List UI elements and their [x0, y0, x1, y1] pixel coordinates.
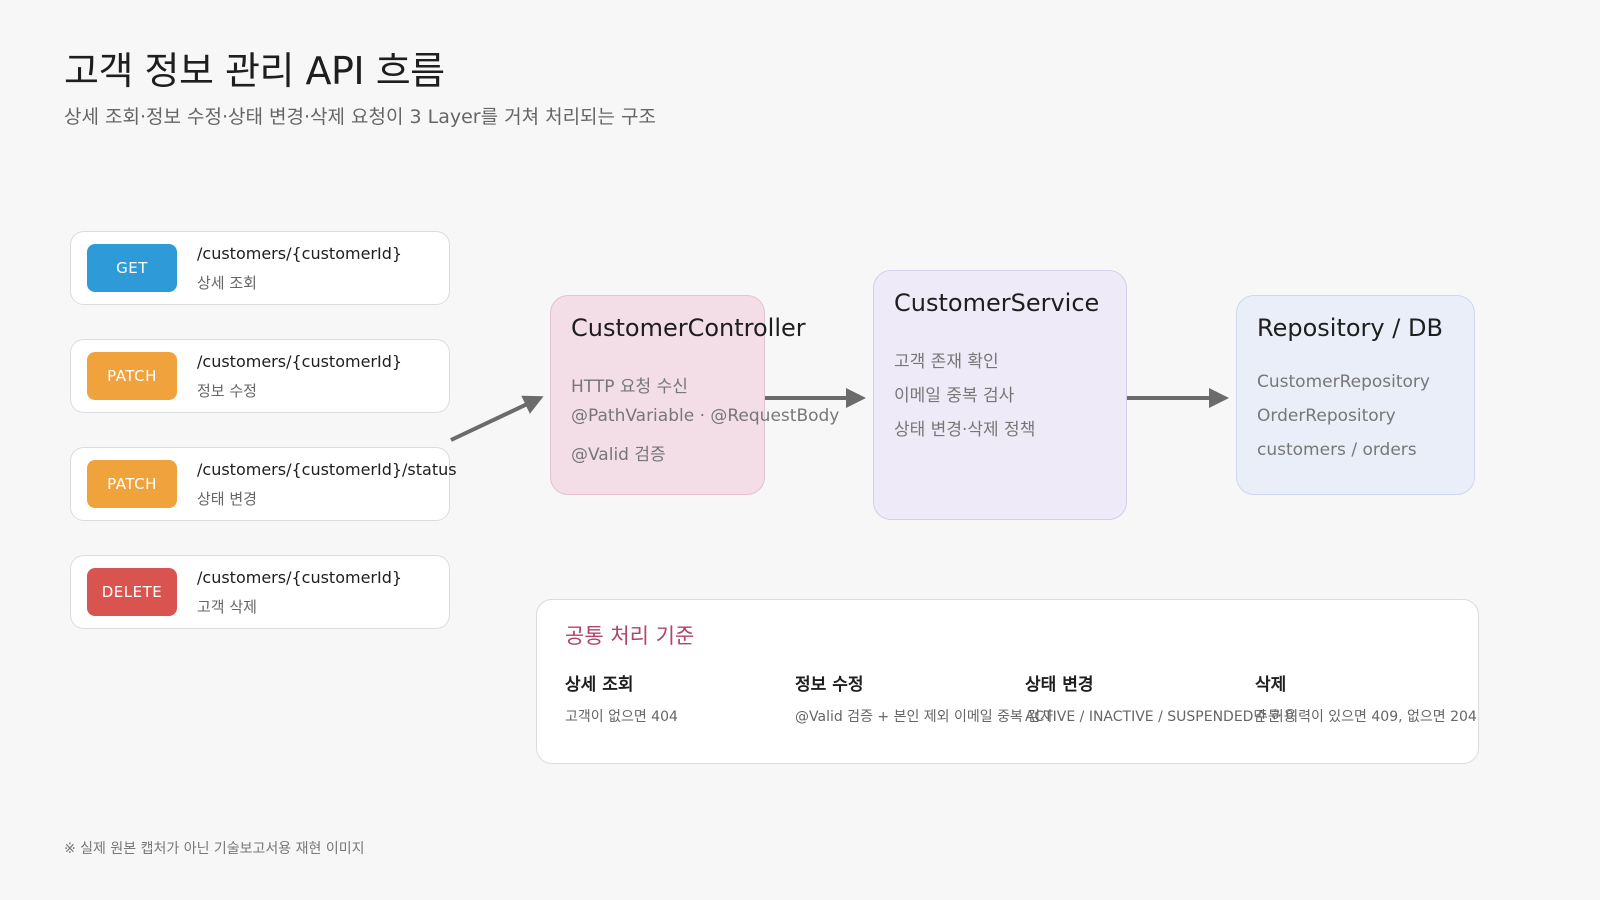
- layer-item: CustomerRepository: [1257, 372, 1430, 392]
- layer-item: @PathVariable · @RequestBody: [571, 406, 840, 426]
- policy-text-detail: 고객이 없으면 404: [565, 709, 678, 725]
- layer-item: 이메일 중복 검사: [894, 386, 1015, 406]
- policy-title: 공통 처리 기준: [565, 624, 695, 648]
- policy-head-status: 상태 변경: [1025, 675, 1094, 695]
- policy-head-detail: 상세 조회: [565, 675, 634, 695]
- policy-head-update: 정보 수정: [795, 675, 864, 695]
- arrow-endpoints-to-controller: [450, 395, 544, 442]
- footnote: ※ 실제 원본 캡처가 아닌 기술보고서용 재현 이미지: [64, 841, 365, 857]
- policy-head-delete: 삭제: [1255, 675, 1287, 695]
- layer-service: CustomerService 고객 존재 확인 이메일 중복 검사 상태 변경…: [873, 270, 1127, 520]
- policy-text-update: @Valid 검증 + 본인 제외 이메일 중복 검사: [795, 709, 1054, 725]
- layer-item: @Valid 검증: [571, 445, 666, 465]
- layer-item: OrderRepository: [1257, 406, 1396, 426]
- layer-title: CustomerService: [894, 289, 1100, 317]
- layer-item: customers / orders: [1257, 440, 1417, 460]
- layer-controller: CustomerController HTTP 요청 수신 @PathVaria…: [550, 295, 839, 495]
- layer-item: 고객 존재 확인: [894, 352, 999, 372]
- layer-title: CustomerController: [571, 314, 806, 342]
- common-policy-panel: 공통 처리 기준 상세 조회 고객이 없으면 404 정보 수정 @Valid …: [536, 599, 1479, 764]
- layer-item: 상태 변경·삭제 정책: [894, 420, 1036, 440]
- layer-item: HTTP 요청 수신: [571, 377, 688, 397]
- policy-text-delete: 주문 이력이 있으면 409, 없으면 204: [1255, 709, 1477, 725]
- layer-title: Repository / DB: [1257, 314, 1443, 342]
- layer-repository: Repository / DB CustomerRepository Order…: [1236, 295, 1475, 495]
